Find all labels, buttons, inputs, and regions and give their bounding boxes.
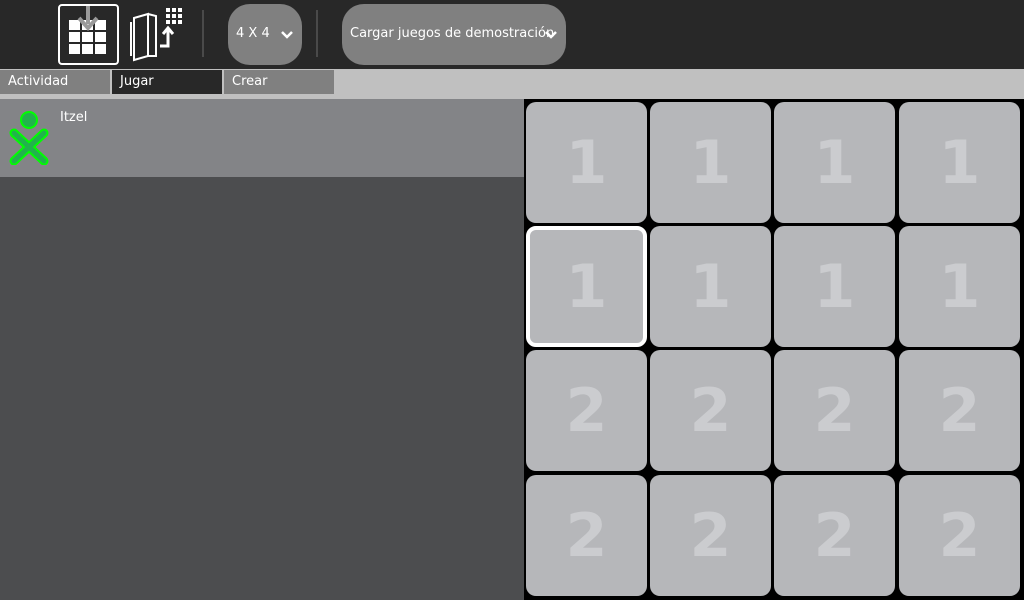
board-cell[interactable]: 1 xyxy=(899,102,1020,223)
board-cell[interactable]: 1 xyxy=(650,102,771,223)
board-cell[interactable]: 1 xyxy=(774,226,895,347)
grid-size-value: 4 X 4 xyxy=(236,26,270,41)
tab-crear[interactable]: Crear xyxy=(224,70,334,94)
book-grid-export-icon xyxy=(130,8,182,62)
board-cell[interactable]: 1 xyxy=(526,226,647,347)
board-cell[interactable]: 2 xyxy=(774,475,895,596)
board-cell[interactable]: 2 xyxy=(899,350,1020,471)
tab-actividad[interactable]: Actividad xyxy=(0,70,110,94)
tab-jugar[interactable]: Jugar xyxy=(112,70,222,94)
player-name: Itzel xyxy=(60,110,88,125)
board-cell[interactable]: 2 xyxy=(650,475,771,596)
xo-buddy-icon xyxy=(9,111,49,165)
tab-bar: Actividad Jugar Crear xyxy=(0,69,1024,99)
board-cell[interactable]: 1 xyxy=(899,226,1020,347)
grid-size-select[interactable]: 4 X 4 xyxy=(228,4,302,65)
chevron-down-icon xyxy=(545,31,557,39)
board-cell[interactable]: 2 xyxy=(526,475,647,596)
grid-download-icon xyxy=(69,6,106,54)
players-panel: Itzel xyxy=(0,99,524,600)
toolbar: 4 X 4 Cargar juegos de demostración xyxy=(0,0,1024,69)
board-cell[interactable]: 2 xyxy=(650,350,771,471)
demo-games-select[interactable]: Cargar juegos de demostración xyxy=(342,4,566,65)
board-cell[interactable]: 2 xyxy=(899,475,1020,596)
toolbar-separator xyxy=(316,10,318,57)
board-cell[interactable]: 2 xyxy=(774,350,895,471)
game-board: 1111111122222222 xyxy=(524,99,1024,600)
demo-games-value: Cargar juegos de demostración xyxy=(350,26,555,41)
board-cell[interactable]: 1 xyxy=(650,226,771,347)
board-cell[interactable]: 1 xyxy=(526,102,647,223)
toolbar-separator xyxy=(202,10,204,57)
player-list-item[interactable]: Itzel xyxy=(0,99,524,177)
load-grid-button[interactable] xyxy=(58,4,119,65)
board-cell[interactable]: 1 xyxy=(774,102,895,223)
board-cell[interactable]: 2 xyxy=(526,350,647,471)
chevron-down-icon xyxy=(281,31,293,39)
export-grid-button[interactable] xyxy=(128,6,188,64)
